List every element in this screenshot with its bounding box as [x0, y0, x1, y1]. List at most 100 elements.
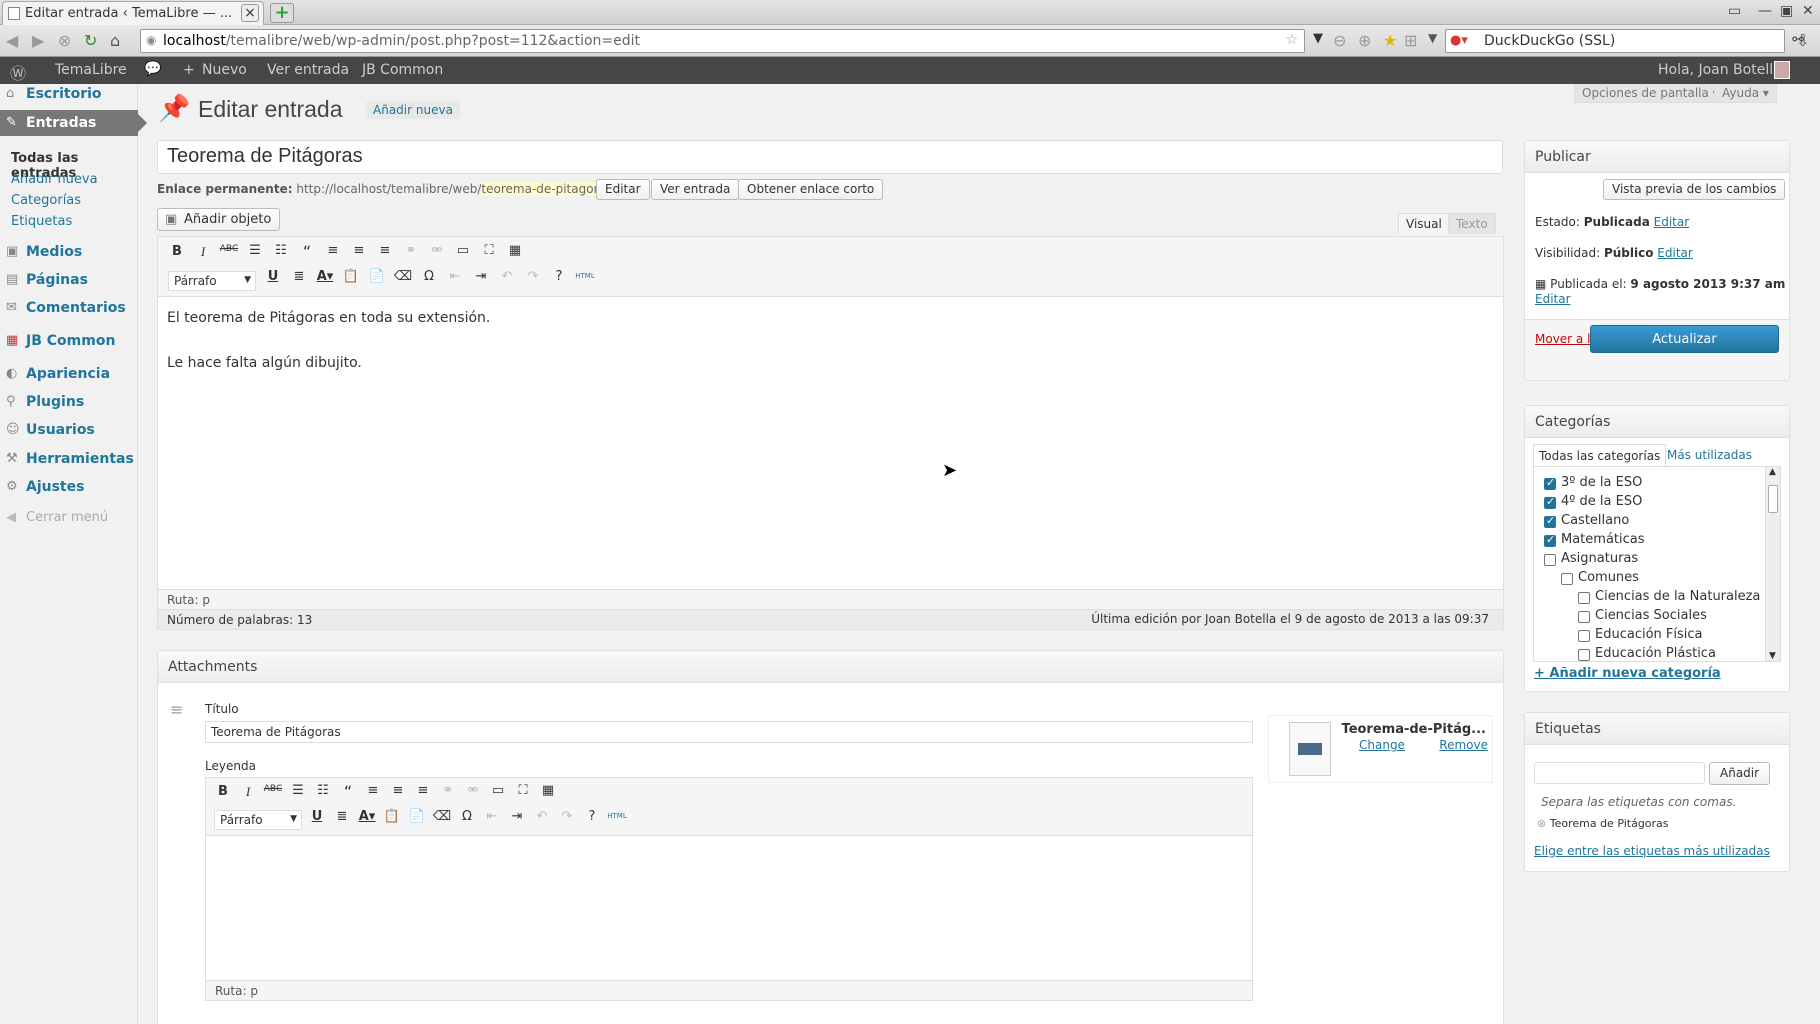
redo-icon[interactable]: ↷	[522, 269, 544, 284]
attachment-title-input[interactable]: Teorema de Pitágoras	[205, 721, 1253, 743]
kitchen-sink-icon[interactable]: ▦	[537, 783, 559, 798]
more-tag-icon[interactable]: ▭	[487, 783, 509, 798]
fullscreen-icon[interactable]: ⛶	[512, 783, 534, 798]
new-tab-button[interactable]: +	[270, 3, 294, 23]
view-post-button[interactable]: Ver entrada	[651, 179, 740, 200]
maximize-icon[interactable]: ▣	[1780, 3, 1793, 19]
special-char-icon[interactable]: Ω	[456, 809, 478, 824]
align-center-icon[interactable]: ≡	[387, 783, 409, 798]
italic-icon[interactable]: I	[237, 784, 259, 800]
edit-status-link[interactable]: Editar	[1654, 215, 1690, 229]
preview-changes-button[interactable]: Vista previa de los cambios	[1603, 179, 1786, 200]
category-checkbox[interactable]	[1578, 630, 1590, 642]
category-checkbox[interactable]	[1544, 495, 1556, 509]
bookmarks-icon[interactable]: ★	[1383, 31, 1397, 50]
comments-icon[interactable]: 💬	[144, 61, 161, 77]
text-color-icon[interactable]: A▾	[356, 809, 378, 824]
align-right-icon[interactable]: ≡	[412, 783, 434, 798]
home-icon[interactable]: ⌂	[110, 31, 120, 50]
minimize-icon[interactable]: —	[1758, 3, 1772, 19]
new-tag-input[interactable]	[1534, 762, 1705, 784]
category-checkbox[interactable]	[1578, 611, 1590, 623]
indent-icon[interactable]: ⇥	[506, 809, 528, 824]
bullet-list-icon[interactable]: ☰	[244, 243, 266, 258]
special-char-icon[interactable]: Ω	[418, 269, 440, 284]
justify-icon[interactable]: ≣	[288, 269, 310, 284]
paste-text-icon[interactable]: 📋	[340, 269, 362, 284]
menu-escritorio[interactable]: ⌂ Escritorio	[0, 81, 138, 107]
get-shortlink-button[interactable]: Obtener enlace corto	[738, 179, 884, 200]
menu-usuarios[interactable]: ☺ Usuarios	[0, 417, 138, 443]
drag-handle-icon[interactable]: ≡	[170, 700, 183, 719]
bullet-list-icon[interactable]: ☰	[287, 783, 309, 798]
scroll-down-icon[interactable]: ▼	[1769, 651, 1776, 661]
content-paragraph[interactable]: Le hace falta algún dibujito.	[167, 355, 362, 371]
back-icon[interactable]: ◀	[6, 31, 18, 50]
edit-visibility-link[interactable]: Editar	[1657, 246, 1693, 260]
category-checkbox[interactable]	[1544, 476, 1556, 490]
html-icon[interactable]: HTML	[606, 812, 628, 820]
edit-date-link[interactable]: Editar	[1535, 292, 1571, 306]
collapse-menu[interactable]: ◀ Cerrar menú	[0, 505, 138, 531]
permalink-slug[interactable]: teorema-de-pitagoras	[481, 182, 613, 196]
change-attachment-link[interactable]: Change	[1359, 738, 1405, 752]
category-checkbox[interactable]	[1544, 554, 1556, 566]
site-name-link[interactable]: TemaLibre	[55, 62, 127, 78]
undo-icon[interactable]: ↶	[531, 809, 553, 824]
text-color-icon[interactable]: A▾	[314, 269, 336, 284]
tab-popular-categories[interactable]: Más utilizadas	[1667, 448, 1752, 462]
category-checkbox[interactable]	[1544, 514, 1556, 528]
close-window-icon[interactable]: ✕	[1802, 3, 1814, 19]
undo-icon[interactable]: ↶	[496, 269, 518, 284]
align-left-icon[interactable]: ≡	[322, 243, 344, 258]
format-select[interactable]: Párrafo ▼	[168, 271, 256, 291]
url-bar[interactable]: ◉ localhost/temalibre/web/wp-admin/post.…	[140, 29, 1305, 53]
bookmark-star-icon[interactable]: ☆	[1285, 32, 1298, 48]
menu-herramientas[interactable]: ⚒ Herramientas	[0, 446, 138, 472]
outdent-icon[interactable]: ⇤	[481, 809, 503, 824]
tab-visual[interactable]: Visual	[1398, 213, 1450, 234]
underline-icon[interactable]: U	[306, 809, 328, 824]
addon-icon[interactable]: ⊞	[1404, 31, 1417, 50]
stop-icon[interactable]: ⊗	[58, 31, 71, 50]
edit-permalink-button[interactable]: Editar	[596, 179, 650, 200]
scrollbar-thumb[interactable]	[1768, 485, 1778, 513]
numbered-list-icon[interactable]: ☷	[312, 783, 334, 798]
search-bar[interactable]: ●▾ DuckDuckGo (SSL) ⚯	[1445, 29, 1804, 53]
user-greeting[interactable]: Hola, Joan Botella	[1658, 62, 1782, 78]
forward-icon[interactable]: ▶	[32, 31, 44, 50]
blockquote-icon[interactable]: “	[296, 242, 318, 261]
menu-apariencia[interactable]: ◐ Apariencia	[0, 361, 138, 387]
zoom-in-icon[interactable]: ⊕	[1358, 31, 1371, 50]
avatar[interactable]	[1774, 61, 1790, 79]
help-icon[interactable]: ?	[581, 809, 603, 824]
new-link[interactable]: Nuevo	[202, 62, 247, 78]
add-new-button[interactable]: Añadir nueva	[366, 101, 460, 119]
add-new-category-link[interactable]: + Añadir nueva categoría	[1534, 666, 1721, 681]
eraser-icon[interactable]: ⌫	[392, 269, 414, 284]
help-icon[interactable]: ?	[548, 269, 570, 284]
zoom-out-icon[interactable]: ⊖	[1333, 31, 1346, 50]
kitchen-sink-icon[interactable]: ▦	[504, 243, 526, 258]
remove-tag-icon[interactable]: ⊗	[1537, 817, 1546, 830]
paste-word-icon[interactable]: 📄	[366, 269, 388, 284]
reload-icon[interactable]: ↻	[84, 31, 97, 50]
justify-icon[interactable]: ≣	[331, 809, 353, 824]
redo-icon[interactable]: ↷	[556, 809, 578, 824]
download-icon[interactable]: ⇩	[1796, 31, 1809, 50]
menu-medios[interactable]: ▣ Medios	[0, 239, 138, 265]
align-right-icon[interactable]: ≡	[374, 243, 396, 258]
unlink-icon[interactable]: ⚮	[426, 243, 448, 258]
screen-options-button[interactable]: Opciones de pantalla ▾	[1574, 84, 1727, 103]
choose-popular-tags-link[interactable]: Elige entre las etiquetas más utilizadas	[1534, 844, 1770, 858]
scroll-up-icon[interactable]: ▲	[1769, 467, 1776, 477]
menu-comentarios[interactable]: ✉ Comentarios	[0, 295, 138, 321]
unlink-icon[interactable]: ⚮	[462, 783, 484, 798]
menu-ajustes[interactable]: ⚙ Ajustes	[0, 474, 138, 500]
strikethrough-icon[interactable]: ABC	[262, 784, 284, 794]
bold-icon[interactable]: B	[166, 244, 188, 259]
jb-common-link[interactable]: JB Common	[362, 62, 443, 78]
menu-entradas[interactable]: ✎ Entradas	[0, 110, 147, 136]
url-dropdown-icon[interactable]: ▼	[1313, 31, 1323, 46]
close-tab-icon[interactable]: ×	[241, 4, 259, 22]
